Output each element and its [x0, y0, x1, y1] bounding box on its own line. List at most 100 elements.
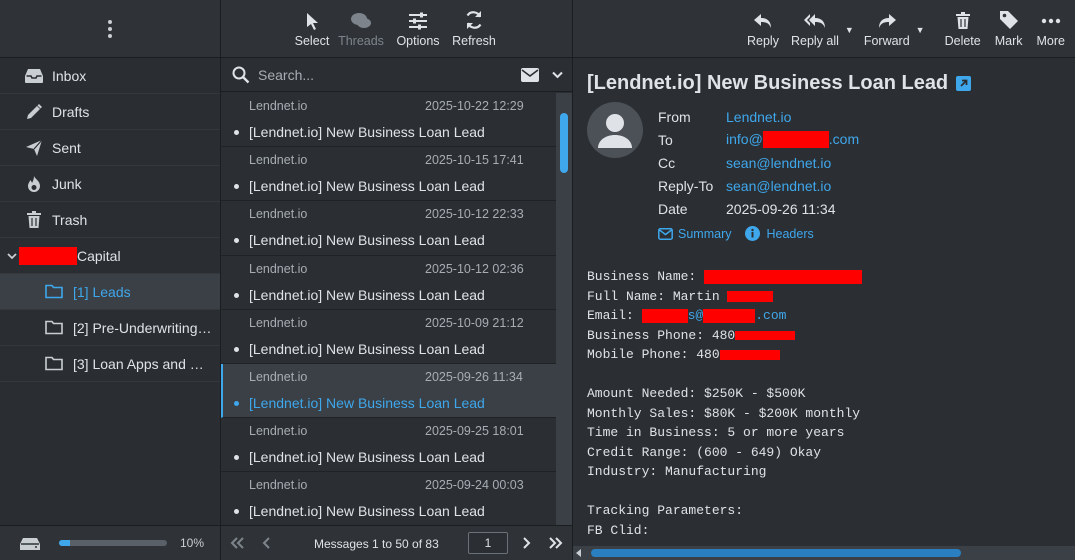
- to-link[interactable]: info@ .com: [726, 131, 859, 149]
- chevron-down-icon[interactable]: [7, 252, 19, 260]
- folder-panel: Inbox Drafts Sent Junk Trash Capital [1]…: [0, 0, 221, 560]
- message-sender: Lendnet.io: [249, 424, 308, 439]
- headers-link[interactable]: Headers: [745, 226, 814, 241]
- folder-pre-underwriting[interactable]: [2] Pre-Underwriting ...: [0, 310, 220, 346]
- message-date: 2025-10-15 17:41: [425, 153, 524, 168]
- threads-button[interactable]: Threads: [332, 0, 390, 57]
- envelope-icon: [658, 227, 673, 240]
- message-row-selected[interactable]: Lendnet.io 2025-09-26 11:34 [Lendnet.io]…: [221, 363, 557, 419]
- envelope-icon[interactable]: [521, 68, 539, 82]
- body-line-mobile-phone: Mobile Phone: 480: [587, 345, 862, 365]
- folder-sent[interactable]: Sent: [0, 130, 220, 166]
- message-list-scrollbar[interactable]: [556, 93, 572, 525]
- folder-label: Sent: [52, 139, 81, 156]
- folder-inbox[interactable]: Inbox: [0, 58, 220, 94]
- reply-all-button[interactable]: Reply all: [785, 0, 845, 57]
- message-date: 2025-09-25 18:01: [425, 424, 524, 439]
- tag-icon: [999, 11, 1018, 29]
- first-page-icon[interactable]: [230, 537, 244, 549]
- from-link[interactable]: Lendnet.io: [726, 109, 791, 125]
- redacted-text: [703, 308, 756, 323]
- folder-drafts[interactable]: Drafts: [0, 94, 220, 130]
- menu-kebab-icon[interactable]: [108, 19, 112, 38]
- select-button[interactable]: Select: [292, 0, 332, 57]
- open-external-icon[interactable]: [956, 76, 972, 91]
- message-row[interactable]: Lendnet.io 2025-10-12 02:36 [Lendnet.io]…: [221, 256, 557, 310]
- message-row[interactable]: Lendnet.io 2025-09-25 18:01 [Lendnet.io]…: [221, 418, 557, 473]
- unread-dot-icon: [234, 400, 239, 406]
- message-sender: Lendnet.io: [249, 207, 308, 222]
- page-number-input[interactable]: [468, 532, 508, 554]
- message-date: 2025-09-24 00:03: [425, 478, 524, 493]
- folder-label: [2] Pre-Underwriting ...: [73, 319, 213, 336]
- message-row[interactable]: Lendnet.io 2025-09-24 00:03 [Lendnet.io]…: [221, 472, 557, 525]
- refresh-button[interactable]: Refresh: [446, 0, 502, 57]
- folder-leads[interactable]: [1] Leads: [0, 274, 220, 310]
- quota-percent: 10%: [180, 536, 205, 550]
- message-subject: [Lendnet.io] New Business Loan Lead: [249, 340, 485, 357]
- message-row[interactable]: Lendnet.io 2025-10-09 21:12 [Lendnet.io]…: [221, 310, 557, 364]
- comments-icon: [351, 13, 371, 28]
- chevron-down-icon[interactable]: [552, 71, 563, 79]
- message-body-scrollbar[interactable]: [573, 546, 1075, 560]
- unread-dot-icon: [234, 130, 239, 135]
- message-date: 2025-10-12 02:36: [425, 261, 524, 276]
- pointer-icon: [307, 13, 318, 30]
- folder-label: [3] Loan Apps and St...: [73, 355, 213, 372]
- search-icon[interactable]: [232, 66, 250, 84]
- redacted-text: [19, 246, 77, 265]
- summary-link[interactable]: Summary: [658, 227, 731, 241]
- delete-button[interactable]: Delete: [925, 0, 987, 57]
- email-link[interactable]: s@: [688, 308, 704, 323]
- header-from: From Lendnet.io: [658, 108, 792, 125]
- message-row[interactable]: Lendnet.io 2025-10-22 12:29 [Lendnet.io]…: [221, 93, 557, 148]
- search-bar: [221, 58, 572, 92]
- quota-bar-area: 10%: [0, 525, 220, 560]
- folder-label: Trash: [52, 211, 88, 228]
- reply-all-dropdown-icon[interactable]: ▼: [845, 25, 854, 35]
- redacted-text: [727, 290, 774, 302]
- scroll-left-icon[interactable]: [576, 549, 581, 557]
- email-link-suffix[interactable]: .com: [755, 308, 786, 323]
- reply-button[interactable]: Reply: [741, 0, 785, 57]
- ellipsis-icon: [1041, 18, 1060, 24]
- folder-list: Inbox Drafts Sent Junk Trash Capital [1]…: [0, 58, 220, 382]
- message-row[interactable]: Lendnet.io 2025-10-12 22:33 [Lendnet.io]…: [221, 201, 557, 256]
- header-reply-to: Reply-To sean@lendnet.io: [658, 177, 832, 194]
- mark-button[interactable]: Mark: [987, 0, 1029, 57]
- reply-to-link[interactable]: sean@lendnet.io: [726, 178, 831, 194]
- header-to: To info@ .com: [658, 130, 860, 149]
- sliders-icon: [409, 12, 427, 30]
- more-button[interactable]: More: [1029, 0, 1071, 57]
- next-page-icon[interactable]: [523, 537, 531, 549]
- cc-link[interactable]: sean@lendnet.io: [726, 155, 831, 171]
- options-button[interactable]: Options: [390, 0, 446, 57]
- message-row[interactable]: Lendnet.io 2025-10-15 17:41 [Lendnet.io]…: [221, 147, 557, 202]
- storage-icon[interactable]: [19, 537, 41, 554]
- folder-icon: [43, 317, 65, 339]
- folder-trash[interactable]: Trash: [0, 202, 220, 238]
- folder-junk[interactable]: Junk: [0, 166, 220, 202]
- unread-dot-icon: [234, 238, 239, 244]
- message-date: 2025-10-12 22:33: [425, 207, 524, 222]
- folder-label: [1] Leads: [73, 283, 131, 300]
- forward-button[interactable]: Forward: [854, 0, 916, 57]
- message-subject: [Lendnet.io] New Business Loan Lead: [249, 124, 485, 140]
- message-sender: Lendnet.io: [249, 99, 308, 113]
- redacted-text: [762, 131, 829, 149]
- message-sender: Lendnet.io: [249, 315, 308, 330]
- prev-page-icon[interactable]: [262, 537, 270, 549]
- trash-icon: [23, 209, 45, 231]
- message-sender: Lendnet.io: [249, 261, 308, 276]
- message-subject-heading: [Lendnet.io] New Business Loan Lead: [587, 72, 972, 95]
- folder-loan-apps[interactable]: [3] Loan Apps and St...: [0, 346, 220, 382]
- reply-all-icon: [803, 14, 825, 28]
- last-page-icon[interactable]: [549, 537, 563, 549]
- message-body: Business Name: Full Name: Martin Email: …: [587, 267, 863, 540]
- pagination-text: Messages 1 to 50 of 83: [314, 537, 439, 551]
- quota-progress: [59, 540, 167, 546]
- account-folder[interactable]: Capital: [0, 238, 220, 274]
- forward-dropdown-icon[interactable]: ▼: [916, 25, 925, 35]
- pagination: Messages 1 to 50 of 83: [221, 525, 572, 560]
- search-input[interactable]: [258, 66, 498, 83]
